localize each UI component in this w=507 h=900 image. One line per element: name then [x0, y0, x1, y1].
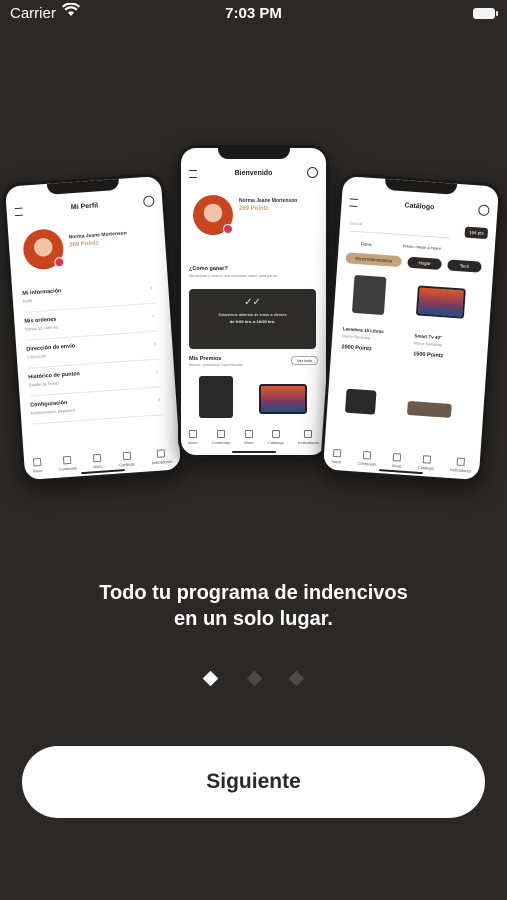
phone-notch: [217, 148, 290, 159]
points-badge: 164 pts: [464, 226, 489, 240]
battery-icon: [473, 8, 498, 19]
schedule-text: Estaremos abiertos de lunes a viernes: [218, 312, 287, 317]
wall-icon: [93, 453, 102, 463]
screen-title: Mi Perfil: [70, 202, 99, 212]
prizes-subtitle: Bienes, productos, experiencias: [189, 363, 243, 367]
screen-title: Bienvenido: [234, 170, 273, 177]
page-dot-active[interactable]: [202, 670, 219, 687]
see-all-button: Ver todo: [291, 356, 318, 365]
air-fryer-image: [199, 376, 233, 418]
tab-catalogo: Catálogo: [118, 451, 135, 468]
home-icon: [188, 430, 197, 438]
home-indicator: [231, 451, 276, 453]
screen-title: Catálogo: [404, 202, 435, 212]
chevron-right-icon: ›: [151, 312, 155, 320]
product-brand: Marca Samsung: [413, 341, 442, 348]
tab-indicadores: Indicadores: [298, 430, 319, 445]
page-indicator: [0, 670, 507, 689]
product-points: 1500 Pointz: [412, 351, 444, 360]
tab-catalogo: Catálogo: [268, 430, 284, 445]
headline-line-1: Todo tu programa de indencivos: [99, 582, 408, 604]
profile-screen-mockup: Mi Perfil Norma Jeane Mortenson 269 Poin…: [1, 172, 185, 484]
tab-muro: Muro: [93, 453, 103, 469]
tab-bar: Inicio Contenido Muro Catálogo Indicador…: [181, 430, 326, 445]
user-points: 269 Pointz: [239, 206, 269, 212]
next-button[interactable]: Siguiente: [22, 746, 485, 818]
chevron-right-icon: ›: [155, 368, 159, 376]
tab-contenido: Contenido: [58, 455, 77, 472]
app-preview-mockups: Mi Perfil Norma Jeane Mortenson 269 Poin…: [0, 130, 507, 510]
home-icon: [32, 457, 42, 467]
avatar: [22, 227, 65, 271]
tab-muro: Muro: [244, 430, 254, 445]
prizes-title: Mis Premios: [189, 356, 222, 362]
chart-icon: [304, 430, 313, 438]
product-name: Smart Tv 40": [414, 333, 443, 341]
catalog-screen-mockup: Catálogo Buscar 164 pts Filtros Precio: …: [319, 172, 503, 484]
search-placeholder: Buscar: [350, 220, 363, 227]
chevron-right-icon: ›: [153, 340, 157, 348]
chip-electrodomesticos: Electrodomésticos: [345, 252, 402, 268]
page-dot[interactable]: [288, 670, 305, 687]
phone-notch: [384, 178, 458, 195]
status-bar: Carrier 7:03 PM: [0, 0, 507, 28]
sort-label: Precio: menor a mayor: [402, 244, 442, 251]
grill-image: [406, 400, 452, 418]
home-indicator: [81, 469, 126, 475]
page-dot[interactable]: [246, 670, 263, 687]
chart-icon: [157, 449, 166, 458]
tab-muro: Muro: [392, 453, 402, 469]
whatsapp-icon: [307, 167, 318, 178]
schedule-card: ✓✓ Estaremos abiertos de lunes a viernes…: [189, 289, 316, 349]
wall-icon: [244, 430, 253, 438]
chip-tecnologia: Tecn: [447, 259, 482, 273]
user-name: Norma Jeane Mortenson: [239, 198, 298, 204]
thumbs-up-icon: [216, 430, 225, 438]
check-icon: ✓✓: [244, 297, 261, 308]
product-brand: Marca Samsung: [342, 334, 370, 341]
avatar-badge: [223, 224, 233, 234]
headline-line-2: en un solo lugar.: [174, 608, 333, 630]
how-to-earn-title: ¿Cómo ganar?: [189, 266, 228, 272]
avatar: [193, 195, 233, 235]
tab-catalogo: Catálogo: [418, 455, 435, 471]
product-name: Lavadora 15 Libras: [342, 326, 384, 335]
onboarding-headline: Todo tu programa de indencivos en un sol…: [0, 580, 507, 632]
chevron-right-icon: ›: [157, 396, 161, 404]
air-fryer-image: [344, 388, 377, 415]
washer-image: [351, 274, 387, 316]
wall-icon: [393, 453, 402, 462]
product-points: 2000 Pointz: [341, 344, 372, 353]
chip-hogar: Hogar: [407, 256, 442, 270]
tab-indicadores: Indicadores: [450, 457, 472, 474]
schedule-hours: de 9:00 hrs. a 19:00 hrs.: [229, 319, 276, 324]
bag-icon: [422, 455, 431, 464]
chart-icon: [456, 457, 466, 467]
user-name: Norma Jeane Mortenson: [68, 230, 128, 241]
chevron-right-icon: ›: [149, 284, 153, 292]
tab-inicio: Inicio: [32, 457, 43, 474]
tab-contenido: Contenido: [357, 450, 376, 467]
thumbs-up-icon: [362, 450, 372, 460]
bag-icon: [271, 430, 280, 438]
tab-inicio: Inicio: [188, 430, 198, 445]
tab-indicadores: Indicadores: [151, 449, 172, 465]
phone-notch: [46, 178, 120, 195]
avatar-badge: [53, 256, 65, 268]
home-screen-mockup: Bienvenido Norma Jeane Mortenson 269 Poi…: [178, 145, 329, 458]
search-field: Buscar: [349, 220, 451, 239]
smart-tv-image: [415, 285, 466, 319]
filters-label: Filtros: [360, 241, 372, 248]
thumbs-up-icon: [63, 455, 72, 465]
tab-contenido: Contenido: [212, 430, 230, 445]
user-points: 269 Pointz: [68, 240, 100, 249]
how-to-earn-subtitle: Mecánicas y todo lo que necesitas saber …: [189, 274, 278, 278]
tab-inicio: Inicio: [332, 448, 342, 464]
home-indicator: [378, 469, 423, 475]
bag-icon: [122, 451, 131, 461]
smart-tv-image: [259, 384, 307, 414]
clock: 7:03 PM: [225, 5, 282, 22]
home-icon: [332, 448, 342, 458]
